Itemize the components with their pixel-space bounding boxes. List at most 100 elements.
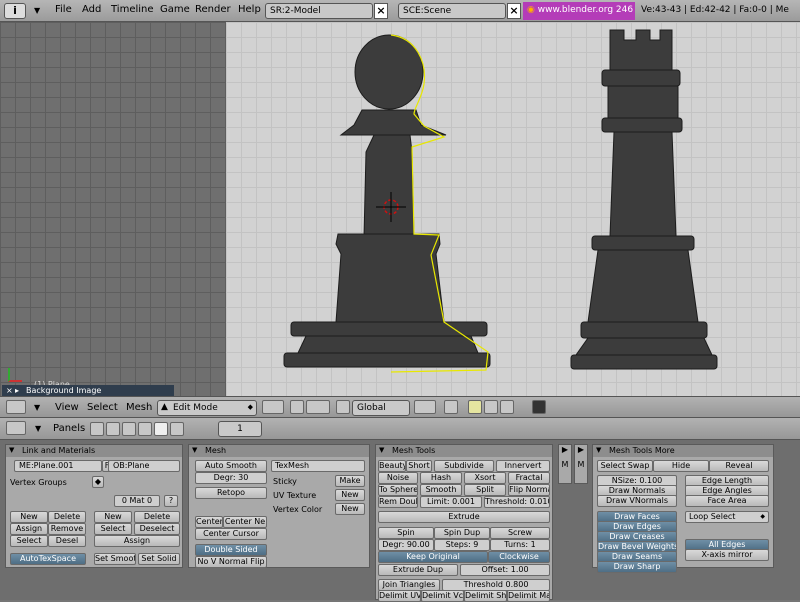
- collapsed-panel-1[interactable]: ▶ M: [558, 444, 572, 484]
- editor-type-icon[interactable]: [6, 400, 26, 414]
- mat-deselect-button[interactable]: Deselect: [134, 523, 180, 535]
- material-help-button[interactable]: ?: [164, 495, 178, 507]
- sticky-make-button[interactable]: Make: [335, 475, 365, 487]
- steps-field[interactable]: Steps: 9: [434, 539, 490, 551]
- vertex-select-icon[interactable]: [468, 400, 482, 414]
- smooth-button[interactable]: Smooth: [420, 484, 462, 496]
- draw-type-icon[interactable]: [262, 400, 284, 414]
- draw-vnormals-toggle[interactable]: Draw VNormals: [597, 495, 677, 507]
- retopo-button[interactable]: Retopo: [195, 487, 267, 499]
- limit-field[interactable]: Limit: 0.001: [420, 496, 482, 508]
- extrude-dup-button[interactable]: Extrude Dup: [378, 564, 458, 576]
- center-cursor-button[interactable]: Center Cursor: [195, 528, 267, 540]
- hash-button[interactable]: Hash: [420, 472, 462, 484]
- loop-select-selector[interactable]: Loop Select ◆: [685, 511, 769, 523]
- close-panel-icon[interactable]: ×: [6, 385, 13, 396]
- object-name-field[interactable]: OB:Plane: [108, 460, 180, 472]
- no-v-normal-flip-toggle[interactable]: No V Normal Flip: [195, 556, 267, 568]
- menu-help[interactable]: Help: [238, 4, 261, 15]
- delimit-sha-toggle[interactable]: Delimit Sha: [464, 590, 507, 602]
- spin-dup-button[interactable]: Spin Dup: [434, 527, 490, 539]
- double-sided-toggle[interactable]: Double Sided: [195, 544, 267, 556]
- screw-button[interactable]: Screw: [490, 527, 550, 539]
- menu-file[interactable]: File: [55, 4, 72, 15]
- reveal-button[interactable]: Reveal: [709, 460, 769, 472]
- threshold-field[interactable]: Threshold: 0.010: [484, 496, 550, 508]
- degr-field[interactable]: Degr: 30: [195, 472, 267, 484]
- object-context-icon[interactable]: [138, 422, 152, 436]
- to-sphere-button[interactable]: To Sphere: [378, 484, 418, 496]
- screen-selector[interactable]: SR:2-Model: [265, 3, 373, 19]
- turns-field[interactable]: Turns: 1: [490, 539, 550, 551]
- flip-normal-button[interactable]: Flip Normal: [508, 484, 550, 496]
- hide-button[interactable]: Hide: [653, 460, 709, 472]
- delimit-ma-toggle[interactable]: Delimit Ma: [507, 590, 550, 602]
- orientation-selector[interactable]: Global: [352, 400, 410, 416]
- scene-context-icon[interactable]: [170, 422, 184, 436]
- vertex-group-menu[interactable]: ◆: [92, 476, 104, 488]
- short-toggle[interactable]: Short: [406, 460, 432, 472]
- menu-add[interactable]: Add: [82, 4, 101, 15]
- scene-selector[interactable]: SCE:Scene: [398, 3, 506, 19]
- collapse-menu-icon[interactable]: ▼: [34, 6, 40, 15]
- beauty-toggle[interactable]: Beauty: [378, 460, 406, 472]
- mat-assign-button[interactable]: Assign: [94, 535, 180, 547]
- uv-new-button[interactable]: New: [335, 489, 365, 501]
- mesh-name-field[interactable]: ME:Plane.001: [14, 460, 102, 472]
- vgroup-new-button[interactable]: New: [10, 511, 48, 523]
- subdivide-button[interactable]: Subdivide: [434, 460, 494, 472]
- vcol-new-button[interactable]: New: [335, 503, 365, 515]
- texmesh-field[interactable]: TexMesh: [271, 460, 365, 472]
- close-screen-icon[interactable]: ×: [374, 3, 388, 19]
- mode-selector[interactable]: ▲ Edit Mode ◆: [157, 400, 257, 416]
- script-context-icon[interactable]: [106, 422, 120, 436]
- snap-icon[interactable]: [444, 400, 458, 414]
- mat-delete-button[interactable]: Delete: [134, 511, 180, 523]
- menu-render[interactable]: Render: [195, 4, 231, 15]
- draw-sharp-toggle[interactable]: Draw Sharp: [597, 561, 677, 573]
- spin-degr-field[interactable]: Degr: 90.00: [378, 539, 434, 551]
- x-axis-mirror-toggle[interactable]: X-axis mirror: [685, 549, 769, 561]
- mat-new-button[interactable]: New: [94, 511, 132, 523]
- delimit-uv-toggle[interactable]: Delimit UV: [378, 590, 421, 602]
- frame-field[interactable]: 1: [218, 421, 262, 437]
- set-smooth-button[interactable]: Set Smoot: [94, 553, 136, 565]
- offset-field[interactable]: Offset: 1.00: [460, 564, 550, 576]
- menu-game[interactable]: Game: [160, 4, 190, 15]
- close-scene-icon[interactable]: ×: [507, 3, 521, 19]
- expand-panel-icon[interactable]: ▸: [15, 385, 19, 396]
- collapse-buttons-icon[interactable]: ▼: [35, 424, 41, 433]
- noise-button[interactable]: Noise: [378, 472, 418, 484]
- mat-select-button[interactable]: Select: [94, 523, 132, 535]
- vgroup-desel-button[interactable]: Desel: [48, 535, 86, 547]
- logic-context-icon[interactable]: [90, 422, 104, 436]
- face-select-icon[interactable]: [500, 400, 514, 414]
- 3d-viewport[interactable]: (1) Plane × ▸ Background Image: [0, 22, 800, 396]
- set-solid-button[interactable]: Set Solid: [138, 553, 180, 565]
- split-button[interactable]: Split: [464, 484, 506, 496]
- delimit-vco-toggle[interactable]: Delimit Vco: [421, 590, 464, 602]
- menu-timeline[interactable]: Timeline: [111, 4, 154, 15]
- panels-label[interactable]: Panels: [53, 423, 85, 434]
- rem-doubles-button[interactable]: Rem Doubl: [378, 496, 418, 508]
- extrude-button[interactable]: Extrude: [378, 511, 550, 523]
- background-image-panel[interactable]: × ▸ Background Image: [2, 385, 174, 396]
- collapse-header-icon[interactable]: ▼: [34, 403, 40, 412]
- auto-smooth-button[interactable]: Auto Smooth: [195, 460, 267, 472]
- edge-select-icon[interactable]: [484, 400, 498, 414]
- info-icon[interactable]: i: [4, 3, 26, 19]
- vgroup-select-button[interactable]: Select: [10, 535, 48, 547]
- vgroup-remove-button[interactable]: Remove: [48, 523, 86, 535]
- face-area-toggle[interactable]: Face Area: [685, 495, 769, 507]
- menu-view[interactable]: View: [55, 402, 79, 413]
- menu-mesh[interactable]: Mesh: [126, 402, 152, 413]
- vgroup-delete-button[interactable]: Delete: [48, 511, 86, 523]
- xsort-button[interactable]: Xsort: [464, 472, 506, 484]
- select-swap-button[interactable]: Select Swap: [597, 460, 653, 472]
- editing-context-icon[interactable]: [154, 422, 168, 436]
- spin-button[interactable]: Spin: [378, 527, 434, 539]
- autotexspace-toggle[interactable]: AutoTexSpace: [10, 553, 86, 565]
- clockwise-toggle[interactable]: Clockwise: [488, 551, 550, 563]
- proportional-icon[interactable]: [414, 400, 436, 414]
- blender-url[interactable]: ◉ www.blender.org 246: [523, 2, 635, 20]
